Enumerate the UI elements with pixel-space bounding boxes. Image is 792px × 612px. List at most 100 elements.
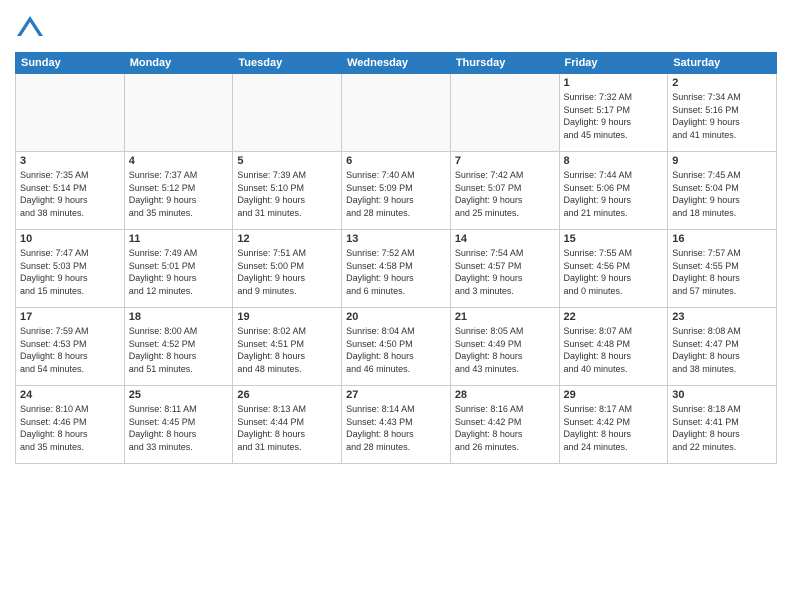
calendar-cell: 6 Sunrise: 7:40 AM Sunset: 5:09 PM Daylig… xyxy=(342,152,451,230)
day-info: Sunrise: 8:11 AM Sunset: 4:45 PM Dayligh… xyxy=(129,403,229,453)
calendar-cell: 28 Sunrise: 8:16 AM Sunset: 4:42 PM Dayli… xyxy=(450,386,559,464)
calendar: SundayMondayTuesdayWednesdayThursdayFrid… xyxy=(15,52,777,464)
day-number: 12 xyxy=(237,233,337,245)
day-number: 18 xyxy=(129,311,229,323)
day-number: 17 xyxy=(20,311,120,323)
calendar-header-thursday: Thursday xyxy=(450,53,559,74)
day-info: Sunrise: 7:35 AM Sunset: 5:14 PM Dayligh… xyxy=(20,169,120,219)
day-number: 16 xyxy=(672,233,772,245)
page: SundayMondayTuesdayWednesdayThursdayFrid… xyxy=(0,0,792,612)
day-info: Sunrise: 7:34 AM Sunset: 5:16 PM Dayligh… xyxy=(672,91,772,141)
day-number: 23 xyxy=(672,311,772,323)
calendar-cell xyxy=(450,74,559,152)
day-info: Sunrise: 7:55 AM Sunset: 4:56 PM Dayligh… xyxy=(564,247,664,297)
calendar-cell: 20 Sunrise: 8:04 AM Sunset: 4:50 PM Dayli… xyxy=(342,308,451,386)
day-info: Sunrise: 7:52 AM Sunset: 4:58 PM Dayligh… xyxy=(346,247,446,297)
day-number: 8 xyxy=(564,155,664,167)
day-info: Sunrise: 8:02 AM Sunset: 4:51 PM Dayligh… xyxy=(237,325,337,375)
calendar-week-3: 17 Sunrise: 7:59 AM Sunset: 4:53 PM Dayli… xyxy=(16,308,777,386)
day-info: Sunrise: 8:07 AM Sunset: 4:48 PM Dayligh… xyxy=(564,325,664,375)
day-number: 10 xyxy=(20,233,120,245)
calendar-cell: 2 Sunrise: 7:34 AM Sunset: 5:16 PM Daylig… xyxy=(668,74,777,152)
calendar-cell: 3 Sunrise: 7:35 AM Sunset: 5:14 PM Daylig… xyxy=(16,152,125,230)
day-number: 25 xyxy=(129,389,229,401)
day-number: 9 xyxy=(672,155,772,167)
day-number: 22 xyxy=(564,311,664,323)
day-info: Sunrise: 7:37 AM Sunset: 5:12 PM Dayligh… xyxy=(129,169,229,219)
calendar-cell: 4 Sunrise: 7:37 AM Sunset: 5:12 PM Daylig… xyxy=(124,152,233,230)
day-number: 15 xyxy=(564,233,664,245)
calendar-week-1: 3 Sunrise: 7:35 AM Sunset: 5:14 PM Daylig… xyxy=(16,152,777,230)
day-info: Sunrise: 8:16 AM Sunset: 4:42 PM Dayligh… xyxy=(455,403,555,453)
calendar-cell xyxy=(233,74,342,152)
calendar-header-tuesday: Tuesday xyxy=(233,53,342,74)
day-info: Sunrise: 7:54 AM Sunset: 4:57 PM Dayligh… xyxy=(455,247,555,297)
calendar-cell: 29 Sunrise: 8:17 AM Sunset: 4:42 PM Dayli… xyxy=(559,386,668,464)
day-number: 24 xyxy=(20,389,120,401)
calendar-week-2: 10 Sunrise: 7:47 AM Sunset: 5:03 PM Dayli… xyxy=(16,230,777,308)
calendar-cell: 8 Sunrise: 7:44 AM Sunset: 5:06 PM Daylig… xyxy=(559,152,668,230)
day-number: 1 xyxy=(564,77,664,89)
calendar-cell: 17 Sunrise: 7:59 AM Sunset: 4:53 PM Dayli… xyxy=(16,308,125,386)
day-info: Sunrise: 7:47 AM Sunset: 5:03 PM Dayligh… xyxy=(20,247,120,297)
calendar-cell: 27Sunrise: 8:14 AM Sunset: 4:43 PM Dayli… xyxy=(342,386,451,464)
calendar-week-4: 24 Sunrise: 8:10 AM Sunset: 4:46 PM Dayli… xyxy=(16,386,777,464)
calendar-cell: 16Sunrise: 7:57 AM Sunset: 4:55 PM Dayli… xyxy=(668,230,777,308)
calendar-header-sunday: Sunday xyxy=(16,53,125,74)
calendar-header-monday: Monday xyxy=(124,53,233,74)
day-info: Sunrise: 8:08 AM Sunset: 4:47 PM Dayligh… xyxy=(672,325,772,375)
day-number: 7 xyxy=(455,155,555,167)
day-number: 13 xyxy=(346,233,446,245)
calendar-header-row: SundayMondayTuesdayWednesdayThursdayFrid… xyxy=(16,53,777,74)
day-info: Sunrise: 7:45 AM Sunset: 5:04 PM Dayligh… xyxy=(672,169,772,219)
day-info: Sunrise: 7:59 AM Sunset: 4:53 PM Dayligh… xyxy=(20,325,120,375)
calendar-cell: 1 Sunrise: 7:32 AM Sunset: 5:17 PM Daylig… xyxy=(559,74,668,152)
calendar-cell: 23 Sunrise: 8:08 AM Sunset: 4:47 PM Dayli… xyxy=(668,308,777,386)
calendar-header-friday: Friday xyxy=(559,53,668,74)
calendar-cell: 30Sunrise: 8:18 AM Sunset: 4:41 PM Dayli… xyxy=(668,386,777,464)
day-info: Sunrise: 8:00 AM Sunset: 4:52 PM Dayligh… xyxy=(129,325,229,375)
day-info: Sunrise: 7:42 AM Sunset: 5:07 PM Dayligh… xyxy=(455,169,555,219)
day-info: Sunrise: 7:51 AM Sunset: 5:00 PM Dayligh… xyxy=(237,247,337,297)
day-info: Sunrise: 8:04 AM Sunset: 4:50 PM Dayligh… xyxy=(346,325,446,375)
calendar-cell: 11 Sunrise: 7:49 AM Sunset: 5:01 PM Dayli… xyxy=(124,230,233,308)
day-number: 29 xyxy=(564,389,664,401)
day-number: 26 xyxy=(237,389,337,401)
logo xyxy=(15,14,48,44)
day-number: 27 xyxy=(346,389,446,401)
day-info: Sunrise: 8:13 AM Sunset: 4:44 PM Dayligh… xyxy=(237,403,337,453)
day-info: Sunrise: 7:44 AM Sunset: 5:06 PM Dayligh… xyxy=(564,169,664,219)
calendar-cell: 13 Sunrise: 7:52 AM Sunset: 4:58 PM Dayli… xyxy=(342,230,451,308)
day-number: 11 xyxy=(129,233,229,245)
day-number: 3 xyxy=(20,155,120,167)
day-info: Sunrise: 8:17 AM Sunset: 4:42 PM Dayligh… xyxy=(564,403,664,453)
day-info: Sunrise: 7:32 AM Sunset: 5:17 PM Dayligh… xyxy=(564,91,664,141)
day-info: Sunrise: 7:49 AM Sunset: 5:01 PM Dayligh… xyxy=(129,247,229,297)
calendar-cell: 24 Sunrise: 8:10 AM Sunset: 4:46 PM Dayli… xyxy=(16,386,125,464)
day-info: Sunrise: 8:05 AM Sunset: 4:49 PM Dayligh… xyxy=(455,325,555,375)
calendar-cell: 7 Sunrise: 7:42 AM Sunset: 5:07 PM Daylig… xyxy=(450,152,559,230)
calendar-cell: 18 Sunrise: 8:00 AM Sunset: 4:52 PM Dayli… xyxy=(124,308,233,386)
calendar-cell: 15 Sunrise: 7:55 AM Sunset: 4:56 PM Dayli… xyxy=(559,230,668,308)
calendar-cell: 21 Sunrise: 8:05 AM Sunset: 4:49 PM Dayli… xyxy=(450,308,559,386)
day-number: 6 xyxy=(346,155,446,167)
day-number: 21 xyxy=(455,311,555,323)
day-info: Sunrise: 8:10 AM Sunset: 4:46 PM Dayligh… xyxy=(20,403,120,453)
calendar-cell: 5Sunrise: 7:39 AM Sunset: 5:10 PM Daylig… xyxy=(233,152,342,230)
calendar-week-0: 1 Sunrise: 7:32 AM Sunset: 5:17 PM Daylig… xyxy=(16,74,777,152)
day-number: 5 xyxy=(237,155,337,167)
day-number: 14 xyxy=(455,233,555,245)
calendar-cell: 19Sunrise: 8:02 AM Sunset: 4:51 PM Dayli… xyxy=(233,308,342,386)
day-number: 4 xyxy=(129,155,229,167)
calendar-cell xyxy=(16,74,125,152)
day-number: 2 xyxy=(672,77,772,89)
calendar-cell: 22 Sunrise: 8:07 AM Sunset: 4:48 PM Dayli… xyxy=(559,308,668,386)
calendar-cell xyxy=(124,74,233,152)
calendar-cell: 14 Sunrise: 7:54 AM Sunset: 4:57 PM Dayli… xyxy=(450,230,559,308)
calendar-cell: 25 Sunrise: 8:11 AM Sunset: 4:45 PM Dayli… xyxy=(124,386,233,464)
day-number: 28 xyxy=(455,389,555,401)
day-info: Sunrise: 7:40 AM Sunset: 5:09 PM Dayligh… xyxy=(346,169,446,219)
day-number: 20 xyxy=(346,311,446,323)
calendar-cell: 12 Sunrise: 7:51 AM Sunset: 5:00 PM Dayli… xyxy=(233,230,342,308)
calendar-cell xyxy=(342,74,451,152)
